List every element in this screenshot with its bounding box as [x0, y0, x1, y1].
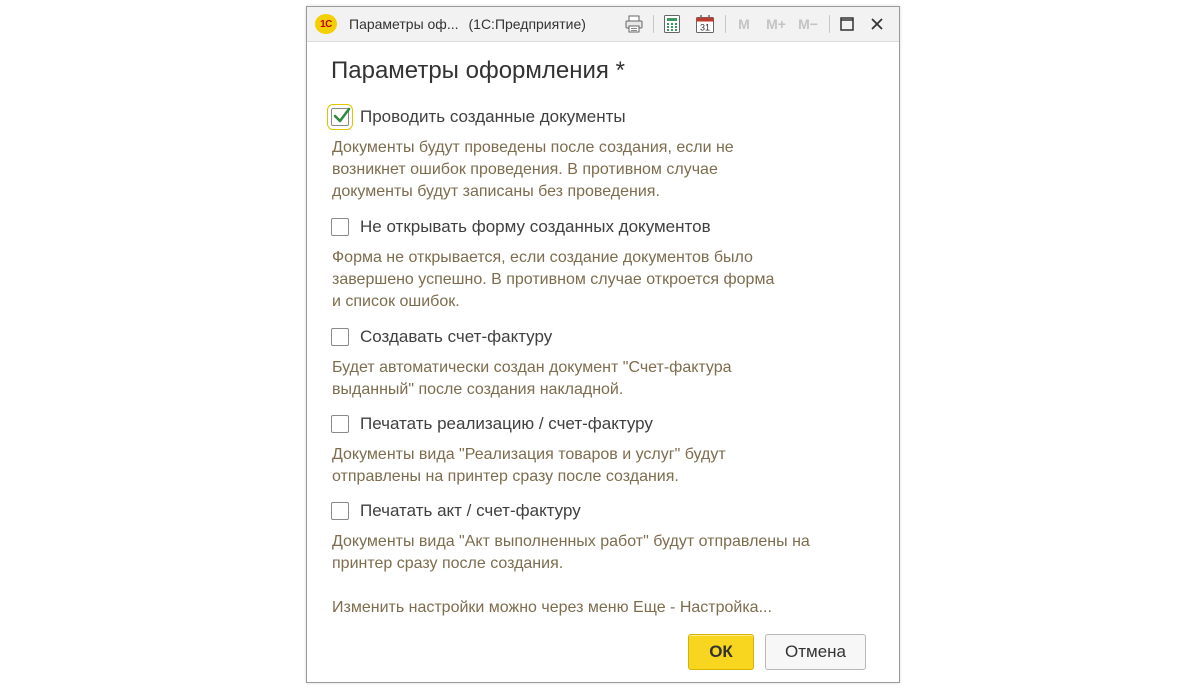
calendar-icon[interactable]: 31: [693, 13, 717, 35]
toolbar-separator: [725, 15, 726, 33]
cancel-button[interactable]: Отмена: [765, 634, 866, 670]
option-create-invoice[interactable]: Создавать счет-фактуру: [331, 324, 552, 350]
dont-open-form-checkbox[interactable]: [331, 218, 349, 236]
toolbar-separator: [829, 15, 830, 33]
option-print-sale-invoice[interactable]: Печатать реализацию / счет-фактуру: [331, 411, 653, 437]
ok-button[interactable]: ОК: [688, 634, 754, 670]
form-title: Параметры оформления *: [331, 57, 625, 84]
hint-line: Форма не открывается, если создание доку…: [332, 249, 753, 266]
print-act-invoice-checkbox[interactable]: [331, 502, 349, 520]
hint-line: завершено успешно. В противном случае от…: [332, 271, 775, 288]
print-sale-invoice-checkbox[interactable]: [331, 415, 349, 433]
toolbar-separator: [653, 15, 654, 33]
post-documents-checkbox[interactable]: [327, 104, 353, 130]
option-label: Не открывать форму созданных документов: [360, 217, 711, 236]
window-title: Параметры оф... (1С:Предприятие): [349, 16, 586, 32]
hint-line: выданный" после создания накладной.: [332, 381, 624, 398]
hint-line: отправлены на принтер сразу после создан…: [332, 468, 679, 485]
window-app-name: (1С:Предприятие): [468, 16, 586, 32]
window-title-text: Параметры оф...: [349, 16, 459, 32]
option-hint: Документы будут проведены после создания…: [332, 137, 877, 203]
option-label: Проводить созданные документы: [360, 107, 626, 126]
memory-button[interactable]: M: [732, 13, 756, 35]
checkmark-icon: [333, 107, 351, 123]
option-dont-open-form[interactable]: Не открывать форму созданных документов: [331, 214, 711, 240]
option-hint: Форма не открывается, если создание доку…: [332, 247, 877, 313]
hint-line: и список ошибок.: [332, 293, 460, 310]
option-label: Создавать счет-фактуру: [360, 327, 553, 346]
app-logo-icon: 1С: [315, 14, 337, 34]
hint-line: Будет автоматически создан документ "Сче…: [332, 359, 732, 376]
maximize-icon[interactable]: [835, 13, 859, 35]
title-bar[interactable]: 1С Параметры оф... (1С:Предприятие) 31 M…: [307, 7, 899, 42]
dialog-window: 1С Параметры оф... (1С:Предприятие) 31 M…: [306, 6, 900, 683]
option-label: Печатать акт / счет-фактуру: [360, 501, 581, 520]
memory-minus-button[interactable]: M−: [793, 13, 823, 35]
calculator-icon[interactable]: [660, 13, 684, 35]
hint-line: возникнет ошибок проведения. В противном…: [332, 161, 718, 178]
hint-line: Документы вида "Акт выполненных работ" б…: [332, 533, 810, 550]
close-icon[interactable]: [865, 13, 889, 35]
memory-plus-button[interactable]: M+: [761, 13, 791, 35]
settings-note: Изменить настройки можно через меню Еще …: [332, 599, 772, 616]
calendar-day-text: 31: [700, 23, 710, 33]
printer-icon[interactable]: [622, 13, 646, 35]
option-print-act-invoice[interactable]: Печатать акт / счет-фактуру: [331, 498, 581, 524]
option-hint: Будет автоматически создан документ "Сче…: [332, 357, 877, 401]
option-hint: Документы вида "Акт выполненных работ" б…: [332, 531, 877, 575]
hint-line: Документы вида "Реализация товаров и усл…: [332, 446, 726, 463]
option-hint: Документы вида "Реализация товаров и усл…: [332, 444, 877, 488]
option-label: Печатать реализацию / счет-фактуру: [360, 414, 653, 433]
option-post-documents[interactable]: Проводить созданные документы: [327, 104, 626, 130]
hint-line: документы будут записаны без проведения.: [332, 183, 660, 200]
create-invoice-checkbox[interactable]: [331, 328, 349, 346]
hint-line: принтер сразу после создания.: [332, 555, 564, 572]
hint-line: Документы будут проведены после создания…: [332, 139, 734, 156]
